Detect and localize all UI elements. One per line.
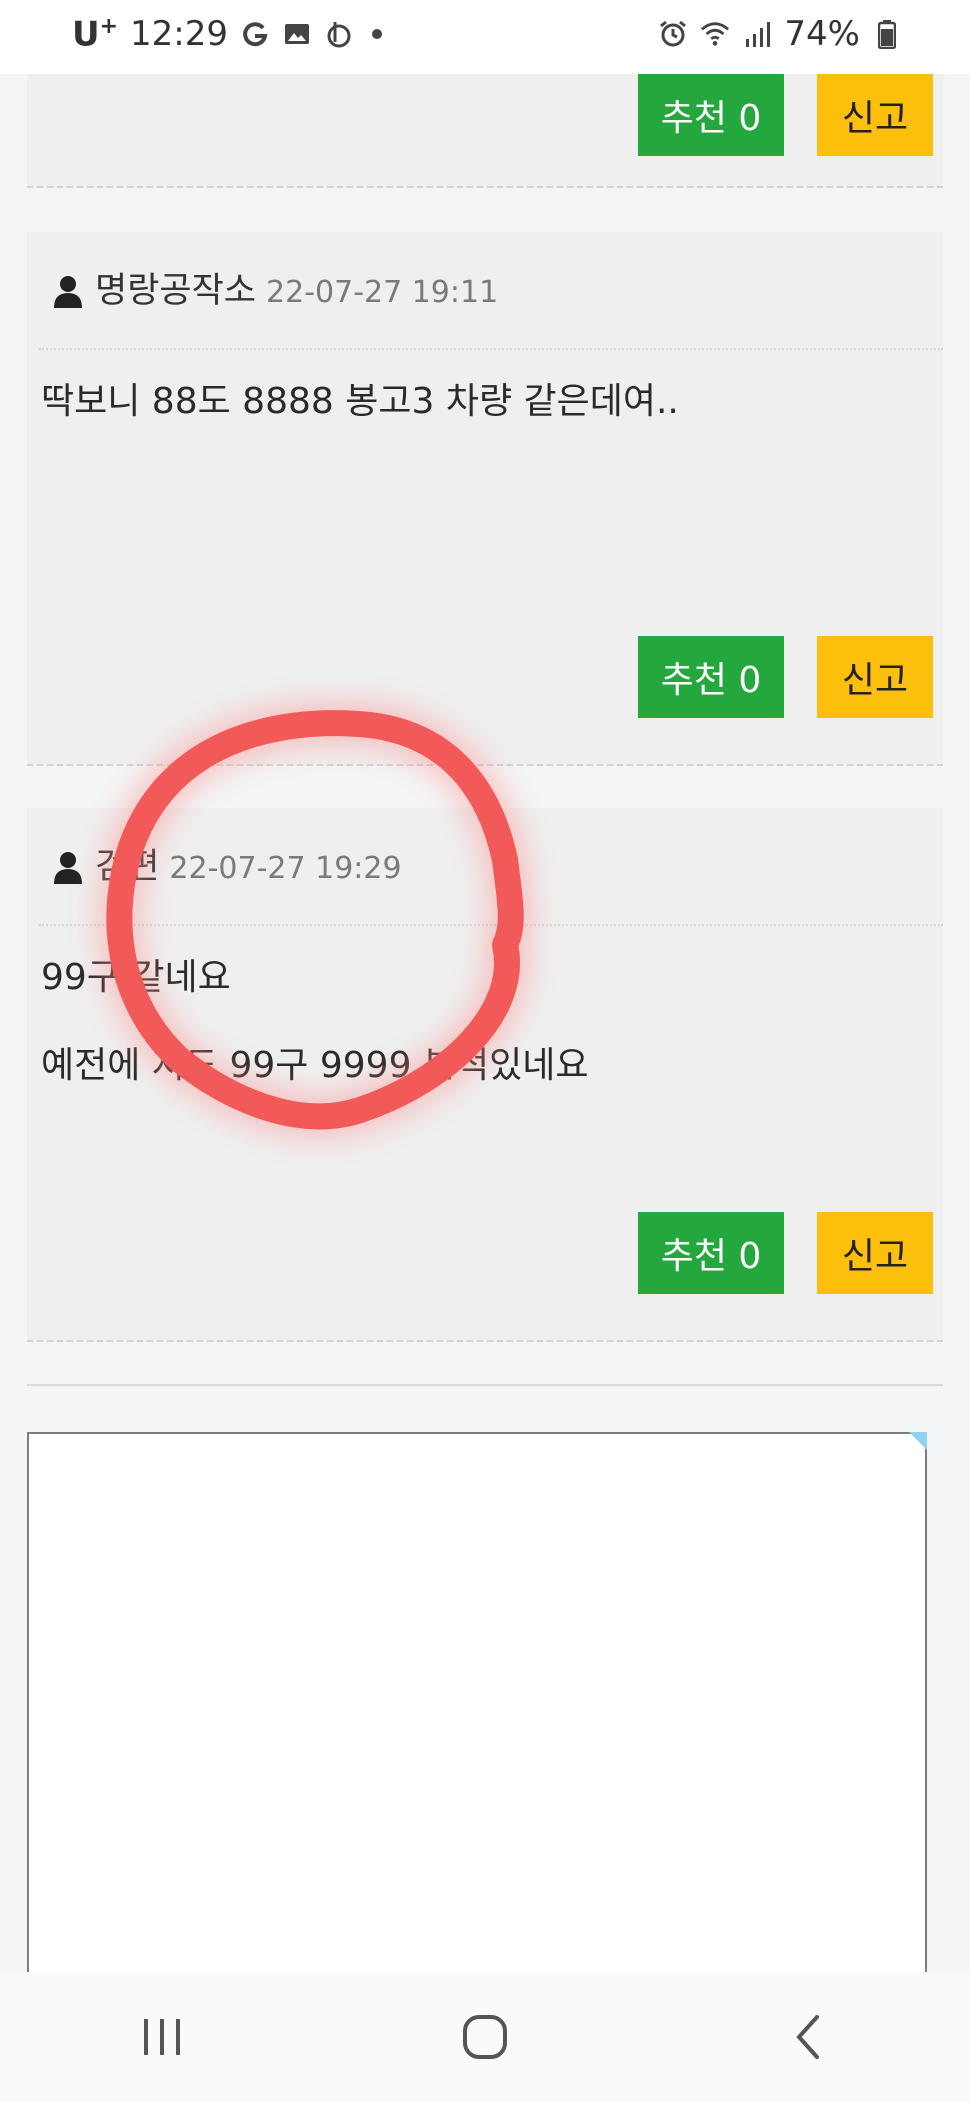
comment-body-line: 99구 같네요: [41, 957, 231, 998]
status-bar: U+ 12:29 74%: [0, 0, 970, 74]
system-nav-bar: [0, 1972, 970, 2102]
comment-timestamp: 22-07-27 19:11: [266, 275, 499, 310]
comment-header: 검편 22-07-27 19:29: [51, 838, 402, 889]
comment-timestamp: 22-07-27 19:29: [169, 851, 402, 886]
editor-resize-corner[interactable]: [909, 1432, 927, 1450]
notification-dot-icon: [372, 29, 383, 40]
recommend-button[interactable]: 추천 0: [638, 74, 784, 156]
comment-author[interactable]: 검편: [95, 838, 159, 889]
gallery-icon: [282, 19, 312, 49]
comment-header: 명랑공작소 22-07-27 19:11: [51, 262, 498, 313]
comment-divider: [39, 348, 943, 350]
recent-apps-icon: [143, 2019, 180, 2055]
report-button[interactable]: 신고: [817, 1212, 933, 1294]
recent-apps-button[interactable]: [122, 1997, 202, 2077]
battery-percent: 74%: [784, 14, 860, 54]
google-icon: [240, 19, 270, 49]
wifi-icon: [700, 19, 730, 49]
carrier-label: U+: [72, 14, 119, 55]
comment-card: 검편 22-07-27 19:29 99구 같네요 예전에 저도 99구 999…: [27, 808, 943, 1342]
comment-editor[interactable]: [27, 1432, 927, 1974]
battery-icon: [872, 19, 902, 49]
recommend-button[interactable]: 추천 0: [638, 636, 784, 718]
comment-card: 명랑공작소 22-07-27 19:11 딱보니 88도 8888 봉고3 차량…: [27, 232, 943, 766]
report-button[interactable]: 신고: [817, 636, 933, 718]
signal-icon: [742, 19, 772, 49]
back-button[interactable]: [768, 1997, 848, 2077]
home-icon: [462, 2015, 507, 2059]
comment-card: 추천 0 신고: [27, 74, 943, 188]
recommend-button[interactable]: 추천 0: [638, 1212, 784, 1294]
user-icon: [51, 850, 85, 884]
user-icon: [51, 274, 85, 308]
status-time: 12:29: [130, 14, 229, 55]
back-icon: [796, 2015, 820, 2059]
report-button[interactable]: 신고: [817, 74, 933, 156]
comment-body-line: 딱보니 88도 8888 봉고3 차량 같은데여..: [41, 381, 679, 422]
section-divider: [27, 1384, 943, 1386]
comment-author[interactable]: 명랑공작소: [95, 262, 256, 313]
comment-divider: [39, 924, 943, 926]
comment-body-line: 예전에 저도 99구 9999 본적있네요: [41, 1045, 589, 1086]
home-button[interactable]: [445, 1997, 525, 2077]
status-right: 74%: [658, 14, 902, 54]
alarm-icon: [658, 19, 688, 49]
b-app-icon: [324, 19, 354, 49]
status-left: U+ 12:29: [72, 14, 383, 55]
